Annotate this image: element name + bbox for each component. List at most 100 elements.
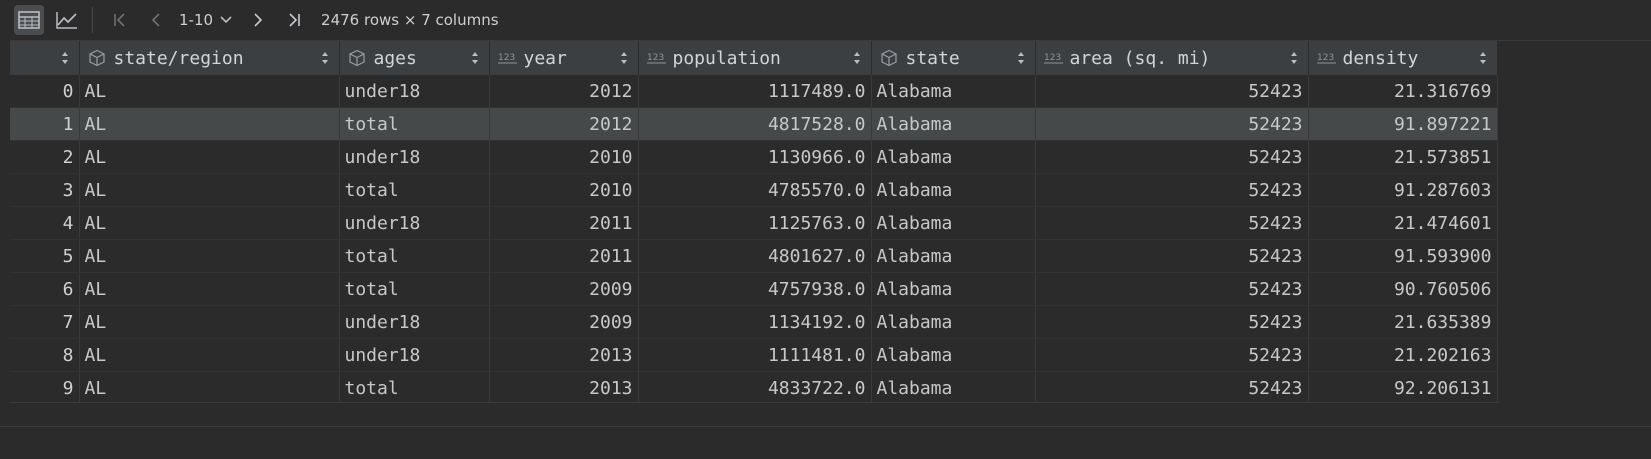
table-cell[interactable]: total <box>339 371 490 405</box>
table-cell[interactable]: 2010 <box>489 173 639 207</box>
table-cell[interactable]: under18 <box>339 75 490 108</box>
first-page-icon[interactable] <box>105 5 135 35</box>
row-index-cell[interactable]: 9 <box>10 371 80 405</box>
sort-icon[interactable] <box>471 51 481 65</box>
table-cell[interactable]: 1125763.0 <box>638 206 872 240</box>
sort-icon[interactable] <box>61 51 71 65</box>
table-cell[interactable]: 52423 <box>1035 75 1309 108</box>
sort-icon[interactable] <box>321 51 331 65</box>
row-index-cell[interactable]: 4 <box>10 206 80 240</box>
table-cell[interactable]: 4785570.0 <box>638 173 872 207</box>
column-header-1[interactable]: state/region <box>79 41 340 75</box>
next-page-icon[interactable] <box>243 5 273 35</box>
row-index-cell[interactable]: 8 <box>10 338 80 372</box>
table-cell[interactable]: AL <box>79 272 340 306</box>
table-cell[interactable]: 21.635389 <box>1308 305 1498 339</box>
sort-icon[interactable] <box>1017 51 1027 65</box>
table-cell[interactable]: 52423 <box>1035 239 1309 273</box>
table-cell[interactable]: AL <box>79 371 340 405</box>
table-cell[interactable]: 1117489.0 <box>638 75 872 108</box>
table-row[interactable]: 1 AL total 2012 4817528.0 Alabama 52423 91.8972… <box>10 107 1498 141</box>
table-cell[interactable]: under18 <box>339 206 490 240</box>
table-cell[interactable]: AL <box>79 305 340 339</box>
sort-icon[interactable] <box>1479 51 1489 65</box>
column-header-2[interactable]: ages <box>339 41 490 75</box>
table-cell[interactable]: under18 <box>339 338 490 372</box>
table-cell[interactable]: AL <box>79 338 340 372</box>
row-index-cell[interactable]: 6 <box>10 272 80 306</box>
table-cell[interactable]: 4801627.0 <box>638 239 872 273</box>
table-cell[interactable]: Alabama <box>871 173 1036 207</box>
table-cell[interactable]: 4833722.0 <box>638 371 872 405</box>
page-range-dropdown[interactable]: 1-10 <box>179 5 233 35</box>
table-cell[interactable]: 91.593900 <box>1308 239 1498 273</box>
table-cell[interactable]: Alabama <box>871 305 1036 339</box>
table-cell[interactable]: AL <box>79 173 340 207</box>
table-cell[interactable]: 21.573851 <box>1308 140 1498 174</box>
table-row[interactable]: 6 AL total 2009 4757938.0 Alabama 52423 90.7605… <box>10 272 1498 306</box>
table-cell[interactable]: 4817528.0 <box>638 107 872 141</box>
table-cell[interactable]: 2012 <box>489 107 639 141</box>
table-cell[interactable]: total <box>339 173 490 207</box>
table-cell[interactable]: 2009 <box>489 272 639 306</box>
table-cell[interactable]: Alabama <box>871 239 1036 273</box>
table-cell[interactable]: 2009 <box>489 305 639 339</box>
sort-icon[interactable] <box>853 51 863 65</box>
table-cell[interactable]: AL <box>79 140 340 174</box>
table-cell[interactable]: Alabama <box>871 206 1036 240</box>
table-cell[interactable]: total <box>339 272 490 306</box>
table-row[interactable]: 7 AL under18 2009 1134192.0 Alabama 52423 21.63… <box>10 305 1498 339</box>
previous-page-icon[interactable] <box>141 5 171 35</box>
table-cell[interactable]: 52423 <box>1035 107 1309 141</box>
table-cell[interactable]: 52423 <box>1035 140 1309 174</box>
table-cell[interactable]: 2013 <box>489 371 639 405</box>
row-index-cell[interactable]: 7 <box>10 305 80 339</box>
table-cell[interactable]: 1134192.0 <box>638 305 872 339</box>
table-row[interactable]: 8 AL under18 2013 1111481.0 Alabama 52423 21.20… <box>10 338 1498 372</box>
table-cell[interactable]: Alabama <box>871 140 1036 174</box>
table-row[interactable]: 4 AL under18 2011 1125763.0 Alabama 52423 21.47… <box>10 206 1498 240</box>
table-cell[interactable]: 21.316769 <box>1308 75 1498 108</box>
table-cell[interactable]: 4757938.0 <box>638 272 872 306</box>
horizontal-scrollbar[interactable] <box>0 426 1651 459</box>
row-index-cell[interactable]: 0 <box>10 75 80 108</box>
table-cell[interactable]: 2011 <box>489 206 639 240</box>
table-cell[interactable]: 21.474601 <box>1308 206 1498 240</box>
table-cell[interactable]: 2012 <box>489 75 639 108</box>
table-cell[interactable]: 91.897221 <box>1308 107 1498 141</box>
table-cell[interactable]: 1111481.0 <box>638 338 872 372</box>
table-cell[interactable]: Alabama <box>871 338 1036 372</box>
table-row[interactable]: 3 AL total 2010 4785570.0 Alabama 52423 91.2876… <box>10 173 1498 207</box>
table-cell[interactable]: total <box>339 239 490 273</box>
table-cell[interactable]: 92.206131 <box>1308 371 1498 405</box>
chart-view-icon[interactable] <box>52 5 82 35</box>
row-index-cell[interactable]: 3 <box>10 173 80 207</box>
table-row[interactable]: 2 AL under18 2010 1130966.0 Alabama 52423 21.57… <box>10 140 1498 174</box>
table-row[interactable]: 5 AL total 2011 4801627.0 Alabama 52423 91.5939… <box>10 239 1498 273</box>
table-cell[interactable]: total <box>339 107 490 141</box>
table-cell[interactable]: 2013 <box>489 338 639 372</box>
table-view-icon[interactable] <box>14 5 44 35</box>
table-cell[interactable]: 52423 <box>1035 338 1309 372</box>
table-cell[interactable]: Alabama <box>871 371 1036 405</box>
row-index-cell[interactable]: 2 <box>10 140 80 174</box>
sort-icon[interactable] <box>620 51 630 65</box>
column-header-6[interactable]: 123 area (sq. mi) <box>1035 41 1309 75</box>
table-cell[interactable]: AL <box>79 107 340 141</box>
sort-icon[interactable] <box>1290 51 1300 65</box>
table-cell[interactable]: under18 <box>339 140 490 174</box>
table-cell[interactable]: 2011 <box>489 239 639 273</box>
table-row[interactable]: 0 AL under18 2012 1117489.0 Alabama 52423 21.31… <box>10 75 1498 108</box>
table-cell[interactable]: AL <box>79 75 340 108</box>
table-cell[interactable]: under18 <box>339 305 490 339</box>
table-cell[interactable]: 1130966.0 <box>638 140 872 174</box>
last-page-icon[interactable] <box>279 5 309 35</box>
table-cell[interactable]: 52423 <box>1035 305 1309 339</box>
row-index-cell[interactable]: 1 <box>10 107 80 141</box>
column-header-4[interactable]: 123 population <box>638 41 872 75</box>
column-header-5[interactable]: state <box>871 41 1036 75</box>
table-cell[interactable]: 21.202163 <box>1308 338 1498 372</box>
table-cell[interactable]: 52423 <box>1035 173 1309 207</box>
column-header-0[interactable] <box>10 41 80 75</box>
table-cell[interactable]: Alabama <box>871 272 1036 306</box>
